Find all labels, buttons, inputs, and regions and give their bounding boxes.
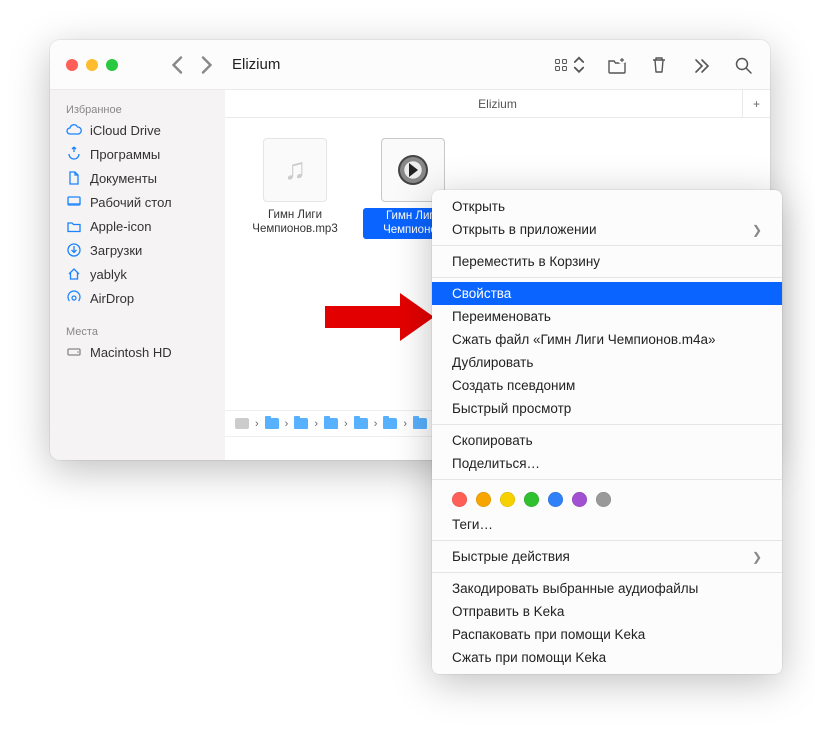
menu-share[interactable]: Поделиться…	[432, 452, 782, 475]
menu-separator	[432, 572, 782, 573]
sidebar-header-favorites: Избранное	[50, 98, 225, 118]
annotation-arrow	[325, 293, 434, 341]
menu-open-with[interactable]: Открыть в приложении❯	[432, 218, 782, 241]
menu-separator	[432, 424, 782, 425]
downloads-icon	[66, 242, 82, 258]
folder-icon	[66, 218, 82, 234]
context-menu: Открыть Открыть в приложении❯ Переместит…	[432, 190, 782, 674]
tag-purple[interactable]	[572, 492, 587, 507]
sidebar-item-downloads[interactable]: Загрузки	[50, 238, 225, 262]
apps-icon	[66, 146, 82, 162]
menu-open[interactable]: Открыть	[432, 195, 782, 218]
sidebar-label: AirDrop	[90, 291, 134, 306]
view-mode-button[interactable]	[554, 55, 586, 75]
folder-crumb-icon	[265, 418, 279, 429]
menu-keka-compress[interactable]: Сжать при помощи Keka	[432, 646, 782, 669]
desktop-icon	[66, 194, 82, 210]
menu-encode-audio[interactable]: Закодировать выбранные аудиофайлы	[432, 577, 782, 600]
menu-keka-extract[interactable]: Распаковать при помощи Keka	[432, 623, 782, 646]
sidebar-label: Программы	[90, 147, 160, 162]
sidebar-item-airdrop[interactable]: AirDrop	[50, 286, 225, 310]
trash-button[interactable]	[648, 54, 670, 76]
music-note-icon: ♫	[284, 153, 307, 187]
sidebar-item-icloud[interactable]: iCloud Drive	[50, 118, 225, 142]
folder-crumb-icon	[383, 418, 397, 429]
titlebar: Elizium	[50, 40, 770, 90]
tab-bar: Elizium +	[225, 90, 770, 118]
minimize-button[interactable]	[86, 59, 98, 71]
menu-alias[interactable]: Создать псевдоним	[432, 374, 782, 397]
maximize-button[interactable]	[106, 59, 118, 71]
window-title: Elizium	[232, 56, 280, 73]
tag-red[interactable]	[452, 492, 467, 507]
airdrop-icon	[66, 290, 82, 306]
nav-buttons	[166, 53, 218, 77]
menu-separator	[432, 245, 782, 246]
sidebar-header-places: Места	[50, 320, 225, 340]
doc-icon	[66, 170, 82, 186]
overflow-button[interactable]	[690, 54, 712, 76]
sidebar-label: iCloud Drive	[90, 123, 161, 138]
file-name: Гимн Лиги Чемпионов.mp3	[245, 208, 345, 237]
menu-quick-actions[interactable]: Быстрые действия❯	[432, 545, 782, 568]
tag-colors	[432, 484, 782, 513]
tag-orange[interactable]	[476, 492, 491, 507]
search-button[interactable]	[732, 54, 754, 76]
tab-label[interactable]: Elizium	[478, 97, 517, 111]
sidebar-label: Apple-icon	[90, 219, 151, 234]
file-item[interactable]: ♫ Гимн Лиги Чемпионов.mp3	[245, 138, 345, 237]
sidebar-item-apps[interactable]: Программы	[50, 142, 225, 166]
menu-keka-send[interactable]: Отправить в Keka	[432, 600, 782, 623]
menu-separator	[432, 277, 782, 278]
sidebar-label: Macintosh HD	[90, 345, 172, 360]
close-button[interactable]	[66, 59, 78, 71]
file-thumb: ♫	[263, 138, 327, 202]
sidebar-item-documents[interactable]: Документы	[50, 166, 225, 190]
sidebar-item-home[interactable]: yablyk	[50, 262, 225, 286]
new-folder-button[interactable]	[606, 54, 628, 76]
menu-quicklook[interactable]: Быстрый просмотр	[432, 397, 782, 420]
disk-icon	[66, 344, 82, 360]
menu-rename[interactable]: Переименовать	[432, 305, 782, 328]
menu-get-info[interactable]: Свойства	[432, 282, 782, 305]
chevron-right-icon: ❯	[752, 223, 762, 237]
menu-separator	[432, 540, 782, 541]
sidebar-item-desktop[interactable]: Рабочий стол	[50, 190, 225, 214]
sidebar-item-folder[interactable]: Apple-icon	[50, 214, 225, 238]
home-icon	[66, 266, 82, 282]
forward-button[interactable]	[194, 53, 218, 77]
chevron-right-icon: ❯	[752, 550, 762, 564]
new-tab-button[interactable]: +	[742, 90, 770, 118]
sidebar-label: Рабочий стол	[90, 195, 172, 210]
menu-trash[interactable]: Переместить в Корзину	[432, 250, 782, 273]
back-button[interactable]	[166, 53, 190, 77]
folder-crumb-icon	[354, 418, 368, 429]
menu-compress[interactable]: Сжать файл «Гимн Лиги Чемпионов.m4a»	[432, 328, 782, 351]
play-icon	[398, 155, 428, 185]
folder-crumb-icon	[324, 418, 338, 429]
sidebar-label: yablyk	[90, 267, 127, 282]
tag-green[interactable]	[524, 492, 539, 507]
tag-gray[interactable]	[596, 492, 611, 507]
sidebar: Избранное iCloud Drive Программы Докумен…	[50, 90, 225, 460]
sidebar-item-disk[interactable]: Macintosh HD	[50, 340, 225, 364]
window-controls	[50, 59, 134, 71]
folder-crumb-icon	[294, 418, 308, 429]
sidebar-label: Документы	[90, 171, 157, 186]
menu-duplicate[interactable]: Дублировать	[432, 351, 782, 374]
menu-copy[interactable]: Скопировать	[432, 429, 782, 452]
toolbar	[554, 54, 770, 76]
tag-blue[interactable]	[548, 492, 563, 507]
disk-crumb-icon	[235, 418, 249, 429]
menu-tags[interactable]: Теги…	[432, 513, 782, 536]
menu-separator	[432, 479, 782, 480]
cloud-icon	[66, 122, 82, 138]
tag-yellow[interactable]	[500, 492, 515, 507]
folder-crumb-icon	[413, 418, 427, 429]
sidebar-label: Загрузки	[90, 243, 142, 258]
